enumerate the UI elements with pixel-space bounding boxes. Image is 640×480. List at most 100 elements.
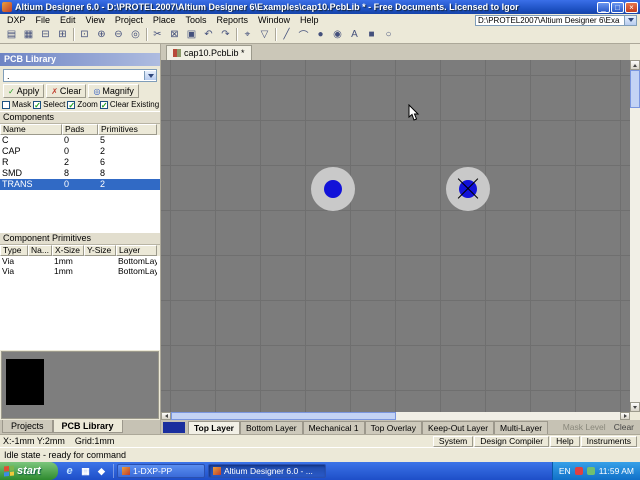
minimize-button[interactable]: _ xyxy=(597,1,610,13)
via-tool-icon[interactable]: ◉ xyxy=(329,27,346,42)
menu-place[interactable]: Place xyxy=(148,14,181,26)
layer-tab-bottom-layer[interactable]: Bottom Layer xyxy=(240,421,303,434)
close-button[interactable]: × xyxy=(625,1,638,13)
menu-tools[interactable]: Tools xyxy=(180,14,211,26)
path-combo-dropdown-button[interactable] xyxy=(624,15,636,25)
undo-icon[interactable]: ↶ xyxy=(200,27,217,42)
instruments-panels-button[interactable]: Instruments xyxy=(580,435,637,447)
zoom-in-icon[interactable]: ⊕ xyxy=(93,27,110,42)
horizontal-scroll-thumb[interactable] xyxy=(171,412,396,420)
taskbar-task-altium-designer[interactable]: Altium Designer 6.0 - ... xyxy=(208,464,326,478)
zoom-out-icon[interactable]: ⊖ xyxy=(110,27,127,42)
component-row-trans-selected[interactable]: TRANS 0 2 xyxy=(0,179,160,190)
layer-tab-keep-out-layer[interactable]: Keep-Out Layer xyxy=(422,421,495,434)
zoom-all-icon[interactable]: ◎ xyxy=(127,27,144,42)
cross-probe-icon[interactable]: ⌖ xyxy=(239,27,256,42)
tray-app-icon[interactable] xyxy=(574,467,583,475)
menu-help[interactable]: Help xyxy=(295,14,324,26)
column-header-pads[interactable]: Pads xyxy=(62,124,98,135)
scroll-up-button[interactable] xyxy=(630,60,640,70)
taskbar-task-dxp-pp[interactable]: 1-DXP-PP xyxy=(117,464,205,478)
primitives-list[interactable]: Via 1mm BottomLaye Via 1mm BottomLaye xyxy=(0,256,160,350)
zoom-window-icon[interactable]: ⊡ xyxy=(76,27,93,42)
help-panels-button[interactable]: Help xyxy=(550,435,580,447)
panel-tab-projects[interactable]: Projects xyxy=(2,420,53,433)
menu-window[interactable]: Window xyxy=(253,14,295,26)
mask-combo[interactable]: . xyxy=(3,69,157,82)
pad-selected[interactable] xyxy=(446,167,490,211)
select-checkbox[interactable]: ✓ xyxy=(33,100,42,109)
menu-dxp[interactable]: DXP xyxy=(2,14,31,26)
column-header-type[interactable]: Type xyxy=(0,245,28,256)
save-icon[interactable]: ▦ xyxy=(20,27,37,42)
scroll-down-button[interactable] xyxy=(630,402,640,412)
tray-status-icon[interactable] xyxy=(586,467,595,475)
scroll-right-button[interactable] xyxy=(620,412,630,420)
pad[interactable] xyxy=(311,167,355,211)
show-desktop-icon[interactable]: ▦ xyxy=(79,465,92,478)
document-tab-cap10[interactable]: cap10.PcbLib * xyxy=(166,45,252,60)
menu-project[interactable]: Project xyxy=(110,14,148,26)
apply-button[interactable]: ✓ Apply xyxy=(3,84,45,98)
menu-reports[interactable]: Reports xyxy=(211,14,253,26)
print-icon[interactable]: ⊟ xyxy=(37,27,54,42)
vertical-scrollbar[interactable] xyxy=(630,60,640,412)
mask-checkbox[interactable] xyxy=(2,100,10,109)
document-path-combo[interactable]: D:\PROTEL2007\Altium Designer 6\Exa xyxy=(475,14,637,26)
component-row-smd[interactable]: SMD 8 8 xyxy=(0,168,160,179)
column-header-primitives[interactable]: Primitives xyxy=(98,124,157,135)
layer-tab-top-overlay[interactable]: Top Overlay xyxy=(364,421,423,434)
component-row-c[interactable]: C 0 5 xyxy=(0,135,160,146)
clear-existing-checkbox[interactable]: ✓ xyxy=(99,100,108,109)
menu-file[interactable]: File xyxy=(31,14,56,26)
dxp-launcher-icon[interactable]: ◆ xyxy=(95,465,108,478)
pcb-canvas[interactable] xyxy=(161,60,630,412)
circle-tool-icon[interactable]: ○ xyxy=(380,27,397,42)
column-header-layer[interactable]: Layer xyxy=(116,245,157,256)
arc-tool-icon[interactable]: ⌒ xyxy=(295,27,312,42)
line-tool-icon[interactable]: ╱ xyxy=(278,27,295,42)
layer-tab-multi-layer[interactable]: Multi-Layer xyxy=(494,421,549,434)
taskbar-clock[interactable]: 11:59 AM xyxy=(599,466,634,476)
primitive-row-via-2[interactable]: Via 1mm BottomLaye xyxy=(0,266,160,276)
panel-tab-pcb-library[interactable]: PCB Library xyxy=(52,420,123,433)
maximize-button[interactable]: □ xyxy=(611,1,624,13)
altium-app-icon[interactable] xyxy=(2,2,12,12)
column-header-x-size[interactable]: X-Size xyxy=(52,245,84,256)
menu-view[interactable]: View xyxy=(81,14,110,26)
zoom-checkbox[interactable]: ✓ xyxy=(67,100,76,109)
component-preview[interactable] xyxy=(1,351,159,419)
scroll-left-button[interactable] xyxy=(161,412,171,420)
open-document-icon[interactable]: ▤ xyxy=(3,27,20,42)
mask-combo-dropdown-button[interactable] xyxy=(144,71,156,80)
menu-edit[interactable]: Edit xyxy=(55,14,81,26)
internet-explorer-icon[interactable]: e xyxy=(63,465,76,478)
column-header-name[interactable]: Na... xyxy=(28,245,52,256)
horizontal-scrollbar[interactable] xyxy=(161,412,630,420)
filter-icon[interactable]: ▽ xyxy=(256,27,273,42)
print-preview-icon[interactable]: ⊞ xyxy=(54,27,71,42)
clear-button[interactable]: ✗ Clear xyxy=(46,84,87,98)
layer-tab-top-layer[interactable]: Top Layer xyxy=(188,421,240,434)
layer-tab-mechanical-1[interactable]: Mechanical 1 xyxy=(302,421,365,434)
design-compiler-panels-button[interactable]: Design Compiler xyxy=(474,435,550,447)
system-panels-button[interactable]: System xyxy=(432,435,474,447)
mask-clear-button[interactable]: Clear xyxy=(614,422,634,432)
string-tool-icon[interactable]: A xyxy=(346,27,363,42)
redo-icon[interactable]: ↷ xyxy=(217,27,234,42)
magnify-button[interactable]: ◎ Magnify xyxy=(88,84,139,98)
start-button[interactable]: start xyxy=(0,462,58,480)
fill-tool-icon[interactable]: ■ xyxy=(363,27,380,42)
pad-tool-icon[interactable]: ● xyxy=(312,27,329,42)
component-row-cap[interactable]: CAP 0 2 xyxy=(0,146,160,157)
components-list[interactable]: C 0 5 CAP 0 2 R 2 6 SMD 8 8 TRANS 0 2 xyxy=(0,135,160,232)
language-indicator[interactable]: EN xyxy=(559,466,571,476)
primitive-row-via-1[interactable]: Via 1mm BottomLaye xyxy=(0,256,160,266)
vertical-scroll-thumb[interactable] xyxy=(630,70,640,108)
component-row-r[interactable]: R 2 6 xyxy=(0,157,160,168)
layer-tab-scroll-buttons[interactable] xyxy=(163,422,185,433)
column-header-name[interactable]: Name xyxy=(0,124,62,135)
copy-icon[interactable]: ⊠ xyxy=(166,27,183,42)
cut-icon[interactable]: ✂ xyxy=(149,27,166,42)
column-header-y-size[interactable]: Y-Size xyxy=(84,245,116,256)
